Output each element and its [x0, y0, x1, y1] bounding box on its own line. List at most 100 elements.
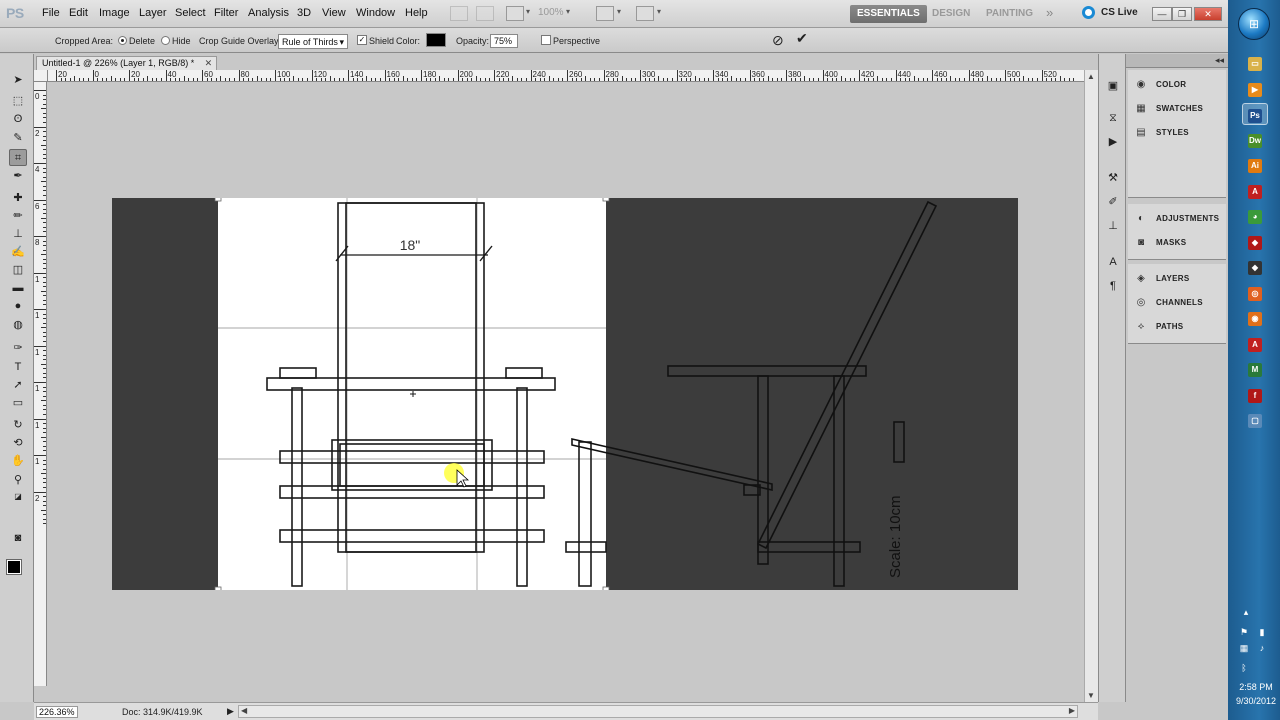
mini-bridge-icon[interactable] [476, 6, 494, 21]
taskbar-flash[interactable]: f [1242, 384, 1268, 406]
zoom-level-select[interactable]: 100% [538, 7, 564, 18]
workspace-design[interactable]: DESIGN [925, 5, 977, 23]
show-hidden-icons-icon[interactable]: ▴ [1240, 606, 1252, 618]
chevron-down-icon[interactable]: ▾ [566, 7, 570, 16]
clock-date[interactable]: 9/30/2012 [1232, 696, 1280, 706]
actions-panel-icon[interactable]: ▶ [1105, 134, 1121, 150]
quick-mask-icon[interactable]: ◙ [9, 530, 27, 547]
move-tool-icon[interactable]: ➤ [9, 72, 27, 89]
lasso-tool-icon[interactable]: ʘ [9, 111, 27, 128]
clock-time[interactable]: 2:58 PM [1232, 682, 1280, 692]
close-button[interactable]: ✕ [1194, 7, 1222, 21]
action-center-icon[interactable]: ⚑ [1238, 626, 1250, 638]
power-icon[interactable]: ▮ [1256, 626, 1268, 638]
more-workspaces-icon[interactable]: » [1046, 5, 1053, 20]
3d-rotate-tool-icon[interactable]: ↻ [9, 417, 27, 434]
taskbar-firefox[interactable]: ◉ [1242, 307, 1268, 329]
panel-styles[interactable]: ▤ STYLES [1134, 124, 1224, 142]
menu-analysis[interactable]: Analysis [248, 7, 289, 19]
commit-crop-icon[interactable]: ✔ [796, 30, 808, 47]
taskbar-app-dark[interactable]: ◆ [1242, 256, 1268, 278]
menu-image[interactable]: Image [99, 7, 130, 19]
vertical-scrollbar[interactable]: ▲ ▼ [1084, 70, 1098, 702]
eraser-tool-icon[interactable]: ◫ [9, 262, 27, 279]
bluetooth-icon[interactable]: ᛒ [1238, 662, 1250, 674]
foreground-color-swatch[interactable] [6, 559, 22, 575]
clone-stamp-tool-icon[interactable]: ⊥ [9, 226, 27, 243]
menu-filter[interactable]: Filter [214, 7, 238, 19]
scroll-down-icon[interactable]: ▼ [1087, 691, 1095, 700]
status-menu-icon[interactable]: ▶ [227, 706, 234, 717]
taskbar-explorer[interactable]: ▭ [1242, 52, 1268, 74]
workspace-painting[interactable]: PAINTING [979, 5, 1040, 23]
panel-layers[interactable]: ◈ LAYERS [1134, 270, 1224, 288]
close-icon[interactable]: ✕ [205, 58, 213, 69]
taskbar-app-red[interactable]: ◆ [1242, 231, 1268, 253]
menu-view[interactable]: View [322, 7, 346, 19]
taskbar-illustrator[interactable]: Ai [1242, 154, 1268, 176]
chevron-down-icon[interactable]: ▾ [617, 7, 621, 16]
document-canvas[interactable]: 18" Scale: 10cm [112, 198, 1018, 590]
collapse-panels-icon[interactable]: ◂◂ [1215, 55, 1224, 66]
menu-select[interactable]: Select [175, 7, 206, 19]
panel-adjustments[interactable]: ◐ ADJUSTMENTS [1134, 210, 1224, 228]
crop-tool-icon[interactable]: ⌗ [9, 149, 27, 166]
marquee-tool-icon[interactable]: ⬚ [9, 93, 27, 110]
taskbar-chat[interactable]: ▢ [1242, 409, 1268, 431]
taskbar-chrome[interactable]: ◕ [1242, 205, 1268, 227]
cs-live-menu[interactable]: CS Live [1101, 7, 1138, 18]
opacity-input[interactable]: 75% [490, 34, 518, 48]
volume-icon[interactable]: ♪ [1256, 642, 1268, 654]
healing-brush-tool-icon[interactable]: ✚ [9, 190, 27, 207]
taskbar-dreamweaver[interactable]: Dw [1242, 129, 1268, 151]
cs-live-icon[interactable] [1082, 6, 1095, 19]
default-colors-icon[interactable]: ◪ [9, 488, 27, 505]
menu-window[interactable]: Window [356, 7, 395, 19]
taskbar-media-player[interactable]: ▶ [1242, 78, 1268, 100]
scroll-up-icon[interactable]: ▲ [1087, 72, 1095, 81]
taskbar-reader[interactable]: A [1242, 333, 1268, 355]
horizontal-ruler[interactable]: 20 0 20 40 60 80 100 120 140 160 180 200 220 240 260 28… [48, 70, 1084, 82]
panel-color[interactable]: ◉ COLOR [1134, 76, 1224, 94]
launch-bridge-icon[interactable] [450, 6, 468, 21]
panel-channels[interactable]: ◎ CHANNELS [1134, 294, 1224, 312]
document-tab[interactable]: Untitled-1 @ 226% (Layer 1, RGB/8) * ✕ [36, 56, 218, 70]
zoom-tool-icon[interactable]: ⚲ [9, 472, 27, 489]
pen-tool-icon[interactable]: ✑ [9, 340, 27, 357]
dodge-tool-icon[interactable]: ◍ [9, 317, 27, 334]
history-brush-tool-icon[interactable]: ✍ [9, 244, 27, 261]
shield-color-swatch[interactable] [426, 33, 446, 47]
restore-button[interactable]: ❐ [1172, 7, 1192, 21]
paragraph-panel-icon[interactable]: ¶ [1105, 278, 1121, 294]
path-select-tool-icon[interactable]: ➚ [9, 377, 27, 394]
mini-bridge-panel-icon[interactable]: ▣ [1105, 78, 1121, 94]
history-panel-icon[interactable]: ⧖ [1105, 110, 1121, 126]
scroll-left-icon[interactable]: ◀ [241, 706, 247, 715]
hide-radio[interactable] [161, 36, 170, 45]
brush-tool-icon[interactable]: ✏ [9, 208, 27, 225]
eyedropper-tool-icon[interactable]: ✒ [9, 168, 27, 185]
ruler-origin[interactable] [34, 70, 48, 82]
zoom-percentage-field[interactable]: 226.36% [36, 706, 78, 718]
vertical-ruler[interactable]: 0 2 4 6 8 1 1 1 1 1 1 2 [34, 82, 47, 686]
quick-select-tool-icon[interactable]: ✎ [9, 130, 27, 147]
brush-panel-icon[interactable]: ✐ [1105, 194, 1121, 210]
scroll-right-icon[interactable]: ▶ [1069, 706, 1075, 715]
type-tool-icon[interactable]: T [9, 359, 27, 376]
crop-overlay-select[interactable]: Rule of Thirds ▾ [278, 34, 348, 49]
chevron-down-icon[interactable]: ▾ [526, 7, 530, 16]
view-extras-icon[interactable] [506, 6, 524, 21]
blur-tool-icon[interactable]: ● [9, 298, 27, 315]
network-icon[interactable]: ▦ [1238, 642, 1250, 654]
perspective-checkbox[interactable] [541, 35, 551, 45]
rectangle-tool-icon[interactable]: ▭ [9, 395, 27, 412]
horizontal-scrollbar[interactable]: ◀ ▶ [238, 705, 1078, 718]
taskbar-acrobat[interactable]: A [1242, 180, 1268, 202]
menu-edit[interactable]: Edit [69, 7, 88, 19]
minimize-button[interactable]: — [1152, 7, 1172, 21]
panel-masks[interactable]: ◙ MASKS [1134, 234, 1224, 252]
taskbar-photoshop[interactable]: Ps [1242, 103, 1268, 125]
workspace-essentials[interactable]: ESSENTIALS [850, 5, 927, 23]
shield-checkbox[interactable]: ✓ [357, 35, 367, 45]
gradient-tool-icon[interactable]: ▬ [9, 280, 27, 297]
